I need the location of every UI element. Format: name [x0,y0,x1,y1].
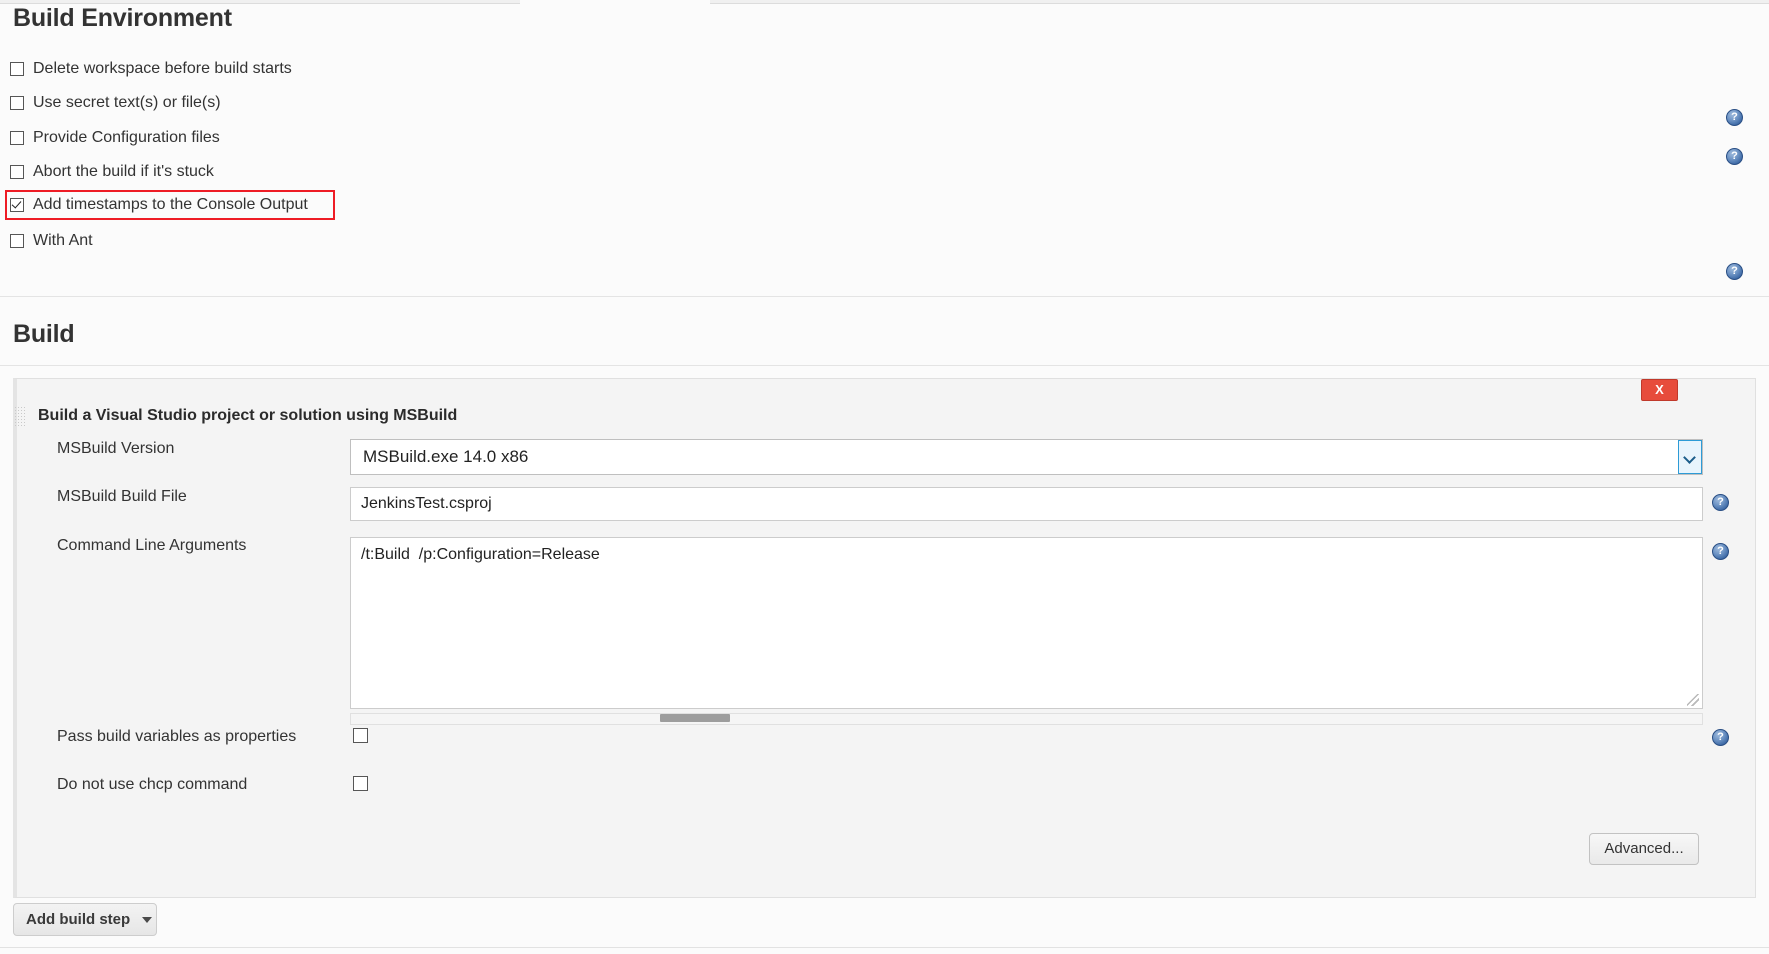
msbuild-version-value: MSBuild.exe 14.0 x86 [363,447,529,466]
env-option-label: Provide Configuration files [33,129,220,146]
help-icon-use-secret-text[interactable]: ? [1726,109,1743,126]
env-option-label: Delete workspace before build starts [33,60,292,77]
checkbox-delete-workspace[interactable] [10,62,24,76]
drag-handle-icon[interactable] [14,406,27,428]
chevron-down-icon[interactable] [1678,440,1702,474]
checkbox-add-timestamps[interactable] [10,198,24,212]
jenkins-job-config-page: Build Environment Delete workspace befor… [0,0,1769,954]
env-option-label: With Ant [33,232,93,249]
env-option-label: Abort the build if it's stuck [33,163,214,180]
checkbox-provide-configuration-files[interactable] [10,131,24,145]
command-arguments-scrollbar-thumb[interactable] [660,714,730,722]
checkbox-abort-if-stuck[interactable] [10,165,24,179]
pass-build-variables-label: Pass build variables as properties [57,728,297,745]
checkbox-use-secret-text[interactable] [10,96,24,110]
env-option-label: Use secret text(s) or file(s) [33,94,221,111]
build-step-title: Build a Visual Studio project or solutio… [38,407,458,424]
env-option-delete-workspace[interactable]: Delete workspace before build starts [10,56,292,82]
env-option-use-secret-text[interactable]: Use secret text(s) or file(s) [10,90,221,116]
add-build-step-label: Add build step [26,911,131,928]
help-icon-provide-configuration-files[interactable]: ? [1726,148,1743,165]
help-icon-msbuild-build-file[interactable]: ? [1712,494,1729,511]
checkbox-with-ant[interactable] [10,234,24,248]
msbuild-version-label: MSBuild Version [57,440,175,457]
env-option-with-ant[interactable]: With Ant [10,228,93,254]
msbuild-build-file-input[interactable] [350,487,1703,521]
env-option-abort-if-stuck[interactable]: Abort the build if it's stuck [10,159,214,185]
build-environment-heading: Build Environment [13,4,232,32]
advanced-button[interactable]: Advanced... [1589,833,1699,865]
section-divider-build [0,365,1769,366]
msbuild-version-select[interactable]: MSBuild.exe 14.0 x86 [350,439,1703,475]
do-not-use-chcp-label: Do not use chcp command [57,776,248,793]
env-option-label: Add timestamps to the Console Output [33,196,308,213]
section-divider-top [0,296,1769,297]
msbuild-build-file-label: MSBuild Build File [57,488,187,505]
env-option-add-timestamps[interactable]: Add timestamps to the Console Output [10,192,308,218]
bottom-divider [0,947,1769,948]
cut-off-panel-top-right [710,0,1769,4]
add-build-step-button[interactable]: Add build step [13,903,157,936]
env-option-provide-configuration-files[interactable]: Provide Configuration files [10,125,220,151]
help-icon-pass-build-variables[interactable]: ? [1712,729,1729,746]
checkbox-pass-build-variables[interactable] [353,728,368,743]
delete-build-step-button[interactable]: X [1641,379,1678,401]
checkbox-do-not-use-chcp[interactable] [353,776,368,791]
command-line-arguments-label: Command Line Arguments [57,537,247,554]
help-icon-command-line-arguments[interactable]: ? [1712,543,1729,560]
command-arguments-scrollbar[interactable] [350,713,1703,725]
build-heading: Build [13,320,75,348]
command-line-arguments-textarea[interactable] [350,537,1703,709]
help-icon-with-ant[interactable]: ? [1726,263,1743,280]
chevron-down-icon [142,916,153,923]
